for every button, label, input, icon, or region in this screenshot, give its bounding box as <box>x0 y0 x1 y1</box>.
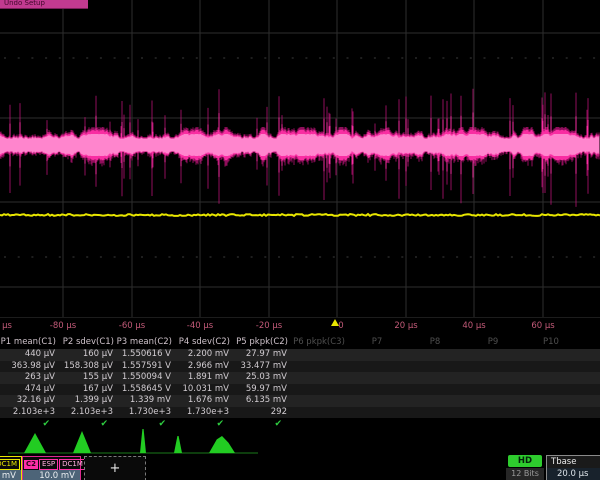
time-axis: -100 µs -80 µs -60 µs -40 µs -20 µs 0 20… <box>0 317 600 334</box>
measure-value: 158.308 µV <box>58 361 116 373</box>
time-axis-label: 40 µs <box>462 321 485 331</box>
measure-row-value: 440 µV 160 µV 1.550616 V 2.200 mV 27.97 … <box>0 349 600 361</box>
measure-value: 59.97 mV <box>232 384 290 396</box>
measure-value: 33.477 mV <box>232 361 290 373</box>
measure-value: 263 µV <box>0 372 58 384</box>
time-axis-label: 0 <box>338 321 343 331</box>
measure-header-p1[interactable]: P1 mean(C1) <box>0 336 58 349</box>
measure-value: 2.103e+3 <box>58 407 116 419</box>
measure-value: 1.730e+3 <box>174 407 232 419</box>
measure-row-num: 2.103e+3 2.103e+3 1.730e+3 1.730e+3 292 <box>0 407 600 419</box>
measure-header-p4[interactable]: P4 sdev(C2) <box>174 336 232 349</box>
timebase-scale-value: 20.0 µs <box>547 468 600 480</box>
measure-value: 1.676 mV <box>174 395 232 407</box>
measure-value: 1.557591 V <box>116 361 174 373</box>
add-trace-button[interactable]: + <box>84 456 146 480</box>
c2-esp-badge: ESP <box>39 459 58 470</box>
measure-value: 6.135 mV <box>232 395 290 407</box>
measure-value: 1.339 mV <box>116 395 174 407</box>
measure-value: 2.200 mV <box>174 349 232 361</box>
measure-value: 1.558645 V <box>116 384 174 396</box>
measure-value: 160 µV <box>58 349 116 361</box>
oscilloscope-screen: Undo Setup -100 µs -80 µs -60 µs -40 µs … <box>0 0 600 480</box>
waveform-display <box>0 0 600 318</box>
measure-value: 10.031 mV <box>174 384 232 396</box>
hd-mode-badge[interactable]: HD <box>508 455 542 467</box>
time-axis-label: -40 µs <box>187 321 213 331</box>
measure-header-p6[interactable]: P6 pkpk(C3) <box>290 336 348 349</box>
measure-value: 2.966 mV <box>174 361 232 373</box>
time-axis-label: -100 µs <box>0 321 12 331</box>
hd-bits-label: 12 Bits <box>506 468 544 480</box>
measure-header-p7[interactable]: P7 <box>348 336 406 349</box>
measure-value: 167 µV <box>58 384 116 396</box>
measure-value: 32.16 µV <box>0 395 58 407</box>
measure-row-mean: 363.98 µV 158.308 µV 1.557591 V 2.966 mV… <box>0 361 600 373</box>
measure-header-p11[interactable]: P11 <box>580 336 600 349</box>
measurement-header-row: P1 mean(C1) P2 sdev(C1) P3 mean(C2) P4 s… <box>0 336 600 349</box>
measure-value: 1.891 mV <box>174 372 232 384</box>
measure-value: 474 µV <box>0 384 58 396</box>
timebase-descriptor[interactable]: Tbase 20.0 µs <box>546 455 600 480</box>
measure-value: 155 µV <box>58 372 116 384</box>
channel-c2-descriptor[interactable]: C2 ESP DC1M 10.0 mV <box>22 456 81 480</box>
timebase-title: Tbase <box>547 456 600 468</box>
measure-value: 1.730e+3 <box>116 407 174 419</box>
measure-row-sdev: 32.16 µV 1.399 µV 1.339 mV 1.676 mV 6.13… <box>0 395 600 407</box>
time-axis-label: 60 µs <box>531 321 554 331</box>
measure-value: 1.399 µV <box>58 395 116 407</box>
c1-scale-value: 0 mV <box>0 470 21 480</box>
measure-histicons[interactable] <box>0 429 280 456</box>
c2-label-badge: C2 <box>24 460 38 469</box>
measure-value: 1.550094 V <box>116 372 174 384</box>
measure-header-p2[interactable]: P2 sdev(C1) <box>58 336 116 349</box>
measure-header-p9[interactable]: P9 <box>464 336 522 349</box>
measure-value: 292 <box>232 407 290 419</box>
measure-header-p5[interactable]: P5 pkpk(C2) <box>232 336 290 349</box>
measure-row-min: 263 µV 155 µV 1.550094 V 1.891 mV 25.03 … <box>0 372 600 384</box>
time-axis-label: -80 µs <box>50 321 76 331</box>
measure-value: 1.550616 V <box>116 349 174 361</box>
c2-coupling-badge: DC1M <box>59 459 86 470</box>
trigger-time-marker-icon[interactable] <box>331 319 339 326</box>
measure-value: 440 µV <box>0 349 58 361</box>
measure-value: 2.103e+3 <box>0 407 58 419</box>
time-axis-label: 20 µs <box>394 321 417 331</box>
time-axis-label: -60 µs <box>119 321 145 331</box>
measure-header-p8[interactable]: P8 <box>406 336 464 349</box>
c2-scale-value: 10.0 mV <box>23 470 80 480</box>
measure-header-p10[interactable]: P10 <box>522 336 580 349</box>
measure-header-p3[interactable]: P3 mean(C2) <box>116 336 174 349</box>
time-axis-label: -20 µs <box>256 321 282 331</box>
channel-c1-descriptor[interactable]: DC1M 0 mV <box>0 456 22 480</box>
measure-value: 27.97 mV <box>232 349 290 361</box>
measure-value: 363.98 µV <box>0 361 58 373</box>
measure-row-max: 474 µV 167 µV 1.558645 V 10.031 mV 59.97… <box>0 384 600 396</box>
c1-coupling-badge: DC1M <box>0 459 20 470</box>
measurement-table: P1 mean(C1) P2 sdev(C1) P3 mean(C2) P4 s… <box>0 336 600 430</box>
measure-value: 25.03 mV <box>232 372 290 384</box>
undo-setup-chip[interactable]: Undo Setup <box>0 0 88 9</box>
